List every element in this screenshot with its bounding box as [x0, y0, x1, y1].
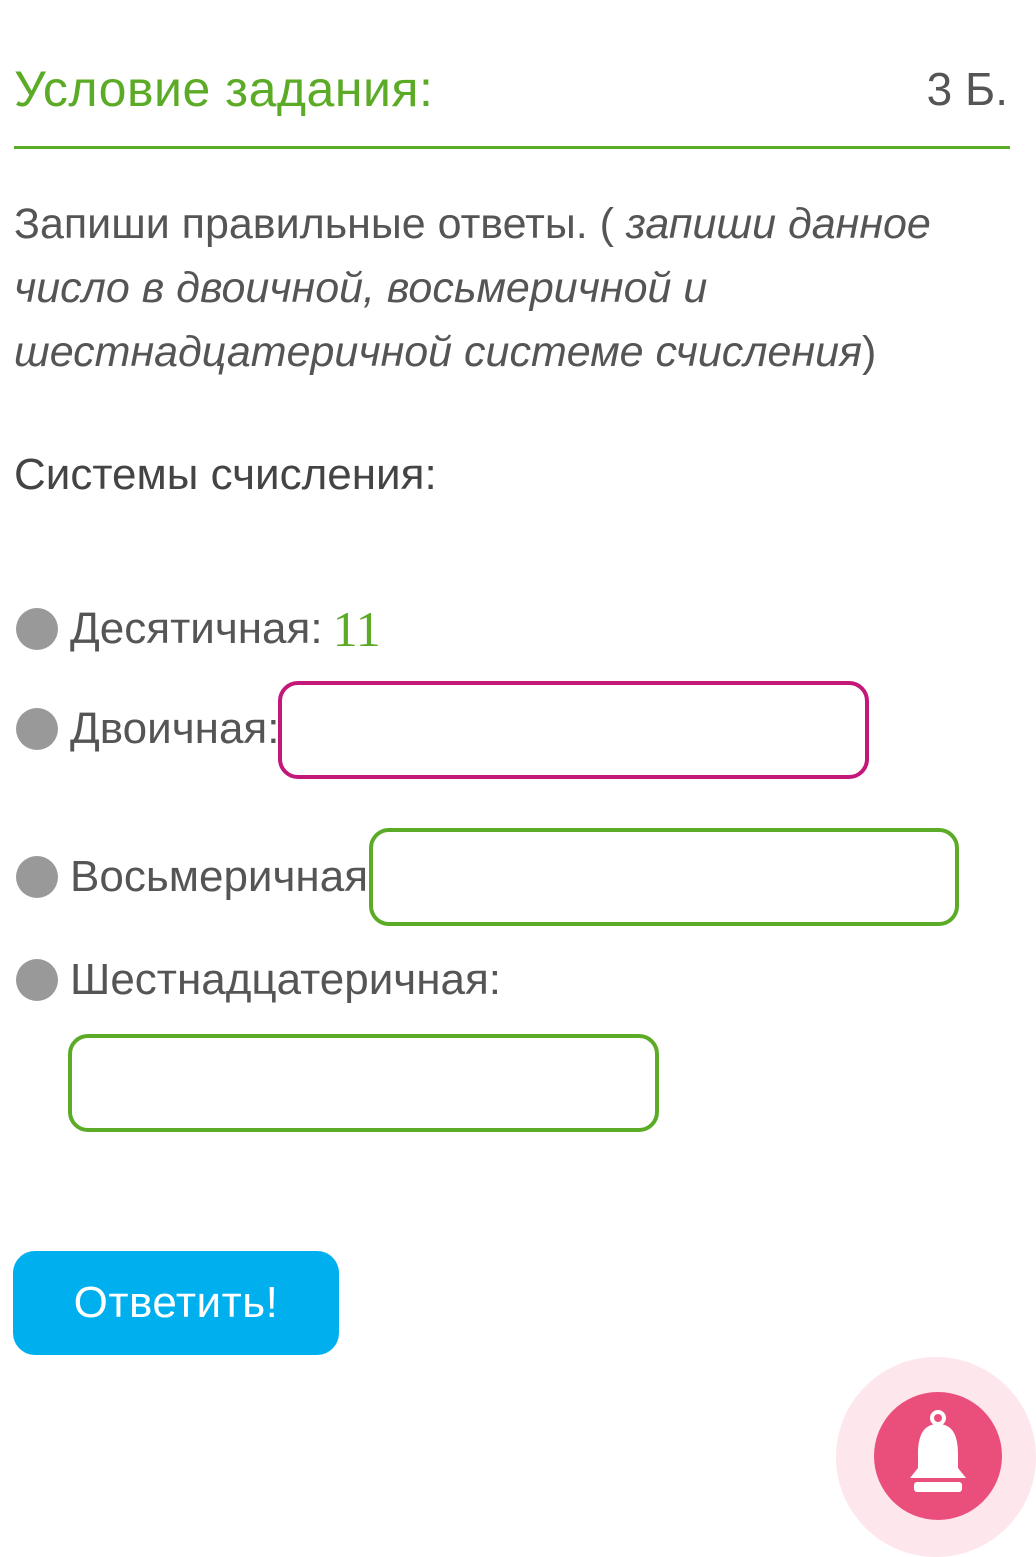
decimal-value: 11 [332, 601, 381, 657]
task-title: Условие задания: [14, 61, 434, 117]
bullet-icon [16, 608, 58, 650]
label-octal: Восьмеричная: [70, 852, 381, 901]
label-binary: Двоичная: [70, 704, 280, 753]
bullet-icon [16, 708, 58, 750]
octal-answer-input[interactable] [369, 828, 959, 926]
hexadecimal-answer-input[interactable] [68, 1034, 659, 1132]
bullet-icon [16, 856, 58, 898]
row-decimal: Десятичная: 11 [16, 600, 381, 658]
task-instruction: Запиши правильные ответы. ( запиши данно… [14, 192, 1019, 384]
label-decimal: Десятичная: [70, 604, 323, 653]
label-hexadecimal: Шестнадцатеричная: [70, 955, 502, 1004]
binary-answer-input[interactable] [278, 681, 869, 779]
notification-button[interactable] [874, 1392, 1002, 1520]
task-points: 3 Б. [926, 63, 1008, 115]
row-hexadecimal: Шестнадцатеричная: [16, 955, 501, 1005]
bullet-icon [16, 959, 58, 1001]
instruction-text: Запиши правильные ответы. ( [14, 200, 626, 248]
instruction-close: ) [862, 328, 877, 376]
task-header: Условие задания: 3 Б. [14, 54, 1010, 149]
section-title: Системы счисления: [14, 450, 437, 499]
row-octal: Восьмеричная: [16, 852, 380, 902]
submit-button[interactable]: Ответить! [13, 1251, 339, 1355]
bell-icon [910, 1410, 966, 1492]
row-binary: Двоичная: [16, 704, 279, 754]
